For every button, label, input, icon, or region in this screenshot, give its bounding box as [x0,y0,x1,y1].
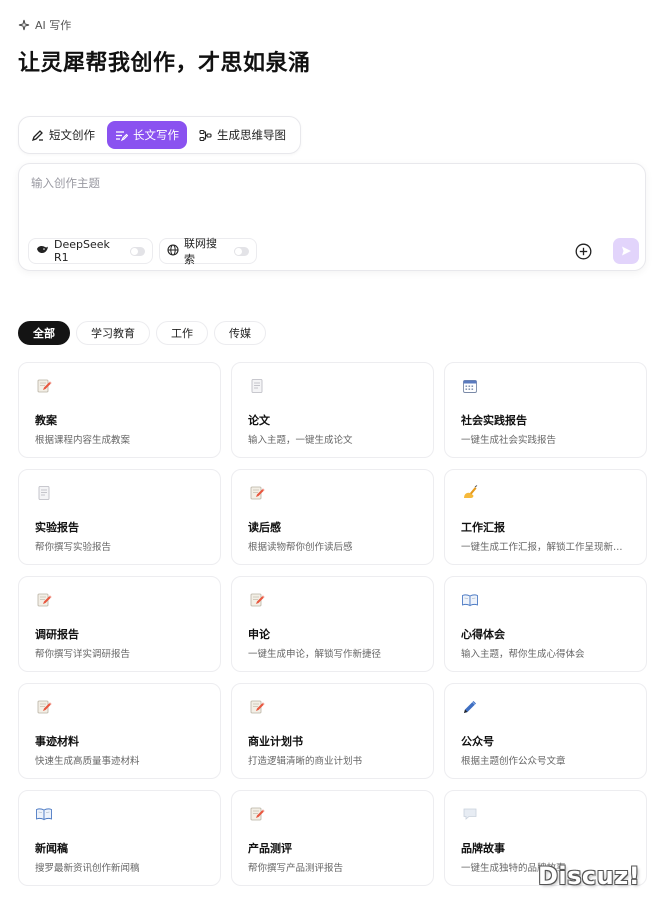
open-book-icon [35,805,220,823]
card-description: 根据读物帮你创作读后感 [248,542,353,553]
plus-circle-icon [575,243,592,260]
card-description: 一键生成申论，解锁写作新捷径 [248,649,382,660]
template-card[interactable]: 新闻稿搜罗最新资讯创作新闻稿 [18,790,221,886]
card-title: 工作汇报 [461,521,505,534]
mode-tabs: 短文创作 长文写作 生成思维导图 [18,116,301,154]
template-card[interactable]: 读后感根据读物帮你创作读后感 [231,469,434,565]
card-title: 读后感 [248,521,281,534]
model-toggle[interactable] [130,246,145,256]
topic-input[interactable] [31,176,631,190]
template-card[interactable]: 社会实践报告一键生成社会实践报告 [444,362,647,458]
open-book-icon [461,591,646,609]
template-card[interactable]: 教案根据课程内容生成教案 [18,362,221,458]
memo-icon [248,484,433,502]
template-card[interactable]: 心得体会输入主题，帮你生成心得体会 [444,576,647,672]
document-icon [35,484,220,502]
card-title: 品牌故事 [461,842,505,855]
speech-bubble-icon [461,805,646,823]
card-title: 申论 [248,628,270,641]
card-description: 输入主题，一键生成论文 [248,435,353,446]
tab-long-writing-label: 长文写作 [133,128,179,142]
globe-icon [167,243,179,259]
template-card[interactable]: 论文输入主题，一键生成论文 [231,362,434,458]
card-title: 商业计划书 [248,735,303,748]
card-description: 一键生成工作汇报，解锁工作呈现新… [461,542,623,553]
card-description: 搜罗最新资讯创作新闻稿 [35,863,140,874]
web-search-toggle[interactable] [233,246,249,256]
calendar-icon [461,377,646,395]
filter-work[interactable]: 工作 [156,321,208,345]
send-icon [622,246,631,256]
header-label: AI 写作 [18,17,71,33]
card-title: 事迹材料 [35,735,79,748]
memo-icon [35,591,220,609]
card-description: 根据课程内容生成教案 [35,435,131,446]
send-button[interactable] [613,238,639,264]
template-card[interactable]: 工作汇报一键生成工作汇报，解锁工作呈现新… [444,469,647,565]
model-chip[interactable]: DeepSeek R1 [28,238,153,264]
model-chip-label: DeepSeek R1 [54,238,110,264]
template-card[interactable]: 调研报告帮你撰写详实调研报告 [18,576,221,672]
filter-media[interactable]: 传媒 [214,321,266,345]
card-description: 根据主题创作公众号文章 [461,756,566,767]
card-title: 调研报告 [35,628,79,641]
header-label-text: AI 写作 [35,19,72,32]
card-title: 新闻稿 [35,842,68,855]
tab-long-writing[interactable]: 长文写作 [107,121,187,149]
long-text-icon [115,129,128,142]
watermark: Discuz! [538,862,641,890]
card-description: 帮你撰写实验报告 [35,542,112,553]
card-title: 实验报告 [35,521,79,534]
template-card[interactable]: 产品测评帮你撰写产品测评报告 [231,790,434,886]
card-title: 公众号 [461,735,494,748]
tab-short-writing-label: 短文创作 [49,128,95,142]
card-title: 产品测评 [248,842,292,855]
mindmap-icon [199,129,212,142]
card-description: 帮你撰写详实调研报告 [35,649,131,660]
pen-icon [31,129,44,142]
web-search-chip-label: 联网搜索 [184,237,217,266]
memo-icon [35,698,220,716]
template-card[interactable]: 事迹材料快速生成高质量事迹材料 [18,683,221,779]
add-attachment-button[interactable] [575,243,592,260]
tab-short-writing[interactable]: 短文创作 [23,121,103,149]
document-icon [248,377,433,395]
card-description: 快速生成高质量事迹材料 [35,756,140,767]
memo-icon [248,805,433,823]
memo-icon [248,591,433,609]
template-grid: 教案 根据课程内容生成教案 论文 输入主题，一键生成论文 社会实践报告 一键生成社会实践报… [18,362,647,886]
card-title: 教案 [35,414,57,427]
composer: DeepSeek R1 联网搜索 [18,163,646,271]
fountain-pen-icon [461,698,646,716]
template-card[interactable]: 商业计划书打造逻辑清晰的商业计划书 [231,683,434,779]
card-title: 心得体会 [461,628,505,641]
filter-all[interactable]: 全部 [18,321,70,345]
card-description: 一键生成社会实践报告 [461,435,557,446]
card-title: 论文 [248,414,270,427]
card-title: 社会实践报告 [461,414,527,427]
sparkle-icon [18,19,30,31]
page-title: 让灵犀帮我创作，才思如泉涌 [18,51,311,76]
tab-mindmap[interactable]: 生成思维导图 [191,121,294,149]
tab-mindmap-label: 生成思维导图 [217,128,286,142]
template-card[interactable]: 公众号根据主题创作公众号文章 [444,683,647,779]
memo-icon [248,698,433,716]
filter-education[interactable]: 学习教育 [76,321,150,345]
writing-hand-icon [461,484,646,502]
template-card[interactable]: 申论一键生成申论，解锁写作新捷径 [231,576,434,672]
card-description: 打造逻辑清晰的商业计划书 [248,756,363,767]
category-filters: 全部 学习教育 工作 传媒 [18,321,266,345]
card-description: 帮你撰写产品测评报告 [248,863,344,874]
template-card[interactable]: 实验报告帮你撰写实验报告 [18,469,221,565]
card-description: 输入主题，帮你生成心得体会 [461,649,585,660]
web-search-chip[interactable]: 联网搜索 [159,237,257,266]
deepseek-whale-icon [36,244,49,258]
memo-icon [35,377,220,395]
